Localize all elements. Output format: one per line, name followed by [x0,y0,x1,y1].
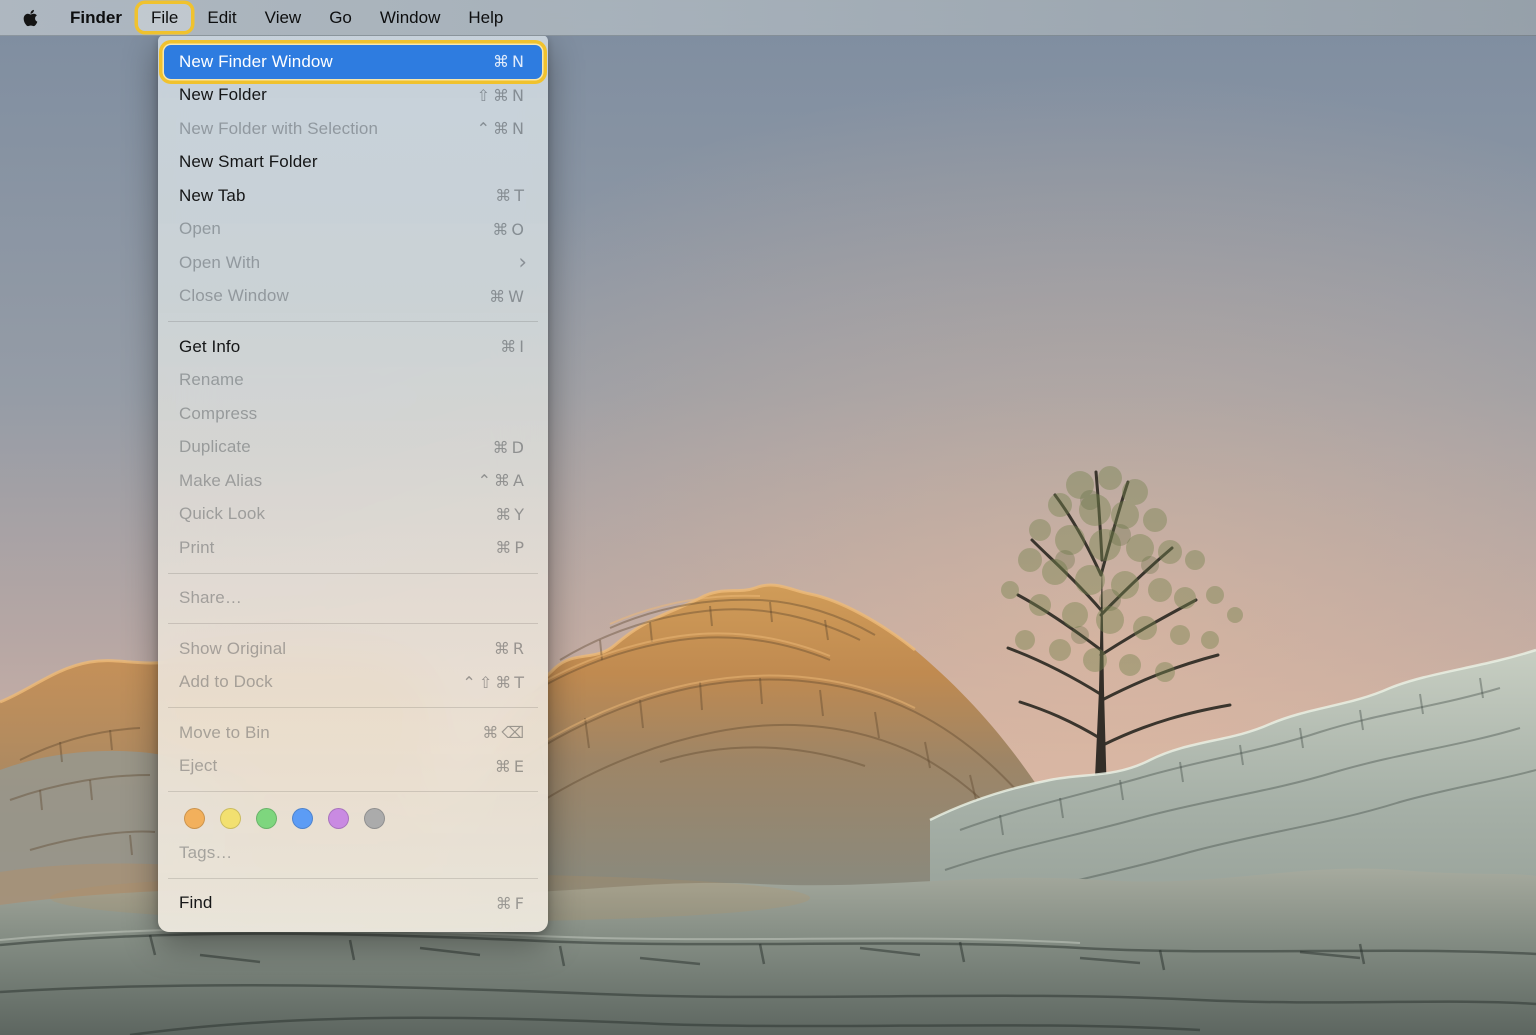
menu-item-new-smart-folder[interactable]: New Smart Folder [164,146,542,180]
tag-color-dot-1[interactable] [220,808,241,829]
menu-bar: FinderFileEditViewGoWindowHelp [0,0,1536,36]
menu-item-shortcut: ⌘D [493,438,527,457]
menu-item-show-original: Show Original ⌘R [164,632,542,666]
menu-item-tags: Tags… [164,836,542,870]
menu-item-close-window: Close Window ⌘W [164,280,542,314]
apple-menu[interactable] [0,0,56,35]
menu-item-label: New Tab [179,186,246,206]
menu-item-quick-look: Quick Look ⌘Y [164,498,542,532]
menu-item-label: Get Info [179,337,240,357]
menu-item-label: Make Alias [179,471,262,491]
menu-item-label: Find [179,893,212,913]
menu-item-new-folder-with-selection: New Folder with Selection ⌃⌘N [164,112,542,146]
menu-item-label: New Finder Window [179,52,333,72]
menu-item-label: Open [179,219,221,239]
menu-item-open-with: Open With › [164,246,542,280]
menu-item-shortcut: ⌘E [495,757,527,776]
menu-item-shortcut: ⌃⇧⌘T [462,673,527,692]
menu-separator [168,321,538,322]
menu-item-print: Print ⌘P [164,531,542,565]
tag-color-dot-4[interactable] [328,808,349,829]
menu-item-new-finder-window[interactable]: New Finder Window ⌘N [164,45,542,79]
menu-item-shortcut: ⌘O [492,220,527,239]
menubar-item-file[interactable]: File [138,4,191,31]
menu-item-shortcut: ⌃⌘A [478,471,527,490]
menu-item-label: New Smart Folder [179,152,318,172]
menu-item-new-folder[interactable]: New Folder ⇧⌘N [164,79,542,113]
menu-item-shortcut: ⌘N [493,52,527,71]
menu-item-label: Move to Bin [179,723,270,743]
menu-item-duplicate: Duplicate ⌘D [164,431,542,465]
menu-item-label: New Folder with Selection [179,119,378,139]
menu-item-label: Quick Look [179,504,265,524]
menu-item-label: Rename [179,370,244,390]
menu-separator [168,707,538,708]
menu-item-shortcut: ⌘R [494,639,527,658]
menu-separator [168,623,538,624]
menu-item-get-info[interactable]: Get Info ⌘I [164,330,542,364]
menu-item-add-to-dock: Add to Dock ⌃⇧⌘T [164,666,542,700]
menu-item-compress: Compress [164,397,542,431]
menu-item-label: Duplicate [179,437,251,457]
menu-item-shortcut: ⌘P [495,538,527,557]
menu-item-make-alias: Make Alias ⌃⌘A [164,464,542,498]
tag-colors-row [158,800,548,836]
menu-item-label: Share… [179,588,242,608]
menu-item-shortcut: ⌘Y [495,505,527,524]
menu-separator [168,573,538,574]
file-menu: New Finder Window⌘NNew Folder⇧⌘NNew Fold… [158,35,548,932]
menu-item-label: Tags… [179,843,232,863]
tag-color-dot-2[interactable] [256,808,277,829]
menu-item-shortcut: ⇧⌘N [477,86,527,105]
menu-item-label: Add to Dock [179,672,273,692]
menu-item-shortcut: ⌘W [489,287,527,306]
menu-item-rename: Rename [164,364,542,398]
tag-color-dot-5[interactable] [364,808,385,829]
menu-separator [168,878,538,879]
menu-separator [168,791,538,792]
menubar-item-edit[interactable]: Edit [193,0,250,35]
menu-item-label: Close Window [179,286,289,306]
menu-item-shortcut: ⌘⌫ [482,723,527,742]
menu-item-label: New Folder [179,85,267,105]
menu-item-shortcut: ⌃⌘N [477,119,527,138]
menu-item-share: Share… [164,582,542,616]
menu-item-label: Print [179,538,214,558]
menu-item-open: Open ⌘O [164,213,542,247]
menubar-item-help[interactable]: Help [454,0,517,35]
menu-item-shortcut: ⌘I [500,337,527,356]
tag-color-dot-0[interactable] [184,808,205,829]
menu-item-eject: Eject ⌘E [164,750,542,784]
menu-item-label: Show Original [179,639,286,659]
menu-item-label: Open With [179,253,260,273]
menu-item-label: Compress [179,404,257,424]
menu-item-shortcut: ⌘F [496,894,527,913]
menubar-item-finder[interactable]: Finder [56,0,136,35]
submenu-arrow-icon: › [519,252,528,273]
menubar-item-view[interactable]: View [251,0,316,35]
menu-item-move-to-bin: Move to Bin ⌘⌫ [164,716,542,750]
menu-item-shortcut: ⌘T [495,186,527,205]
desktop: FinderFileEditViewGoWindowHelp New Finde… [0,0,1536,1035]
menu-item-label: Eject [179,756,217,776]
menubar-item-window[interactable]: Window [366,0,454,35]
tag-color-dot-3[interactable] [292,808,313,829]
menu-item-find[interactable]: Find ⌘F [164,887,542,921]
menubar-item-go[interactable]: Go [315,0,366,35]
menu-item-new-tab[interactable]: New Tab ⌘T [164,179,542,213]
apple-logo-icon [22,8,39,28]
